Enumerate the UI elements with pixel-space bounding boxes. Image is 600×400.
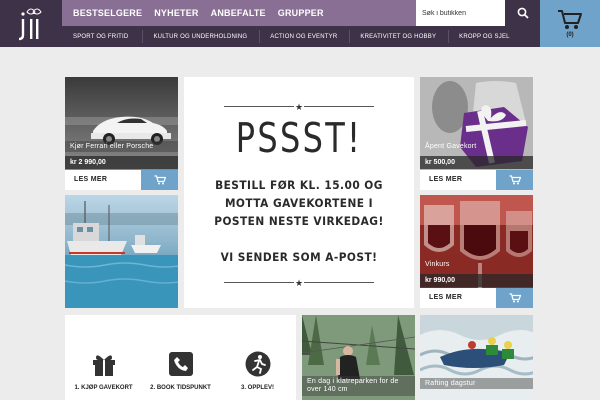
divider xyxy=(349,30,351,43)
product-title: Rafting dagstur xyxy=(420,378,533,389)
gift-icon xyxy=(90,350,118,378)
search-bar xyxy=(416,0,540,26)
nav-bestselgere[interactable]: BESTSELGERE xyxy=(73,8,142,18)
product-card-rafting[interactable]: Rafting dagstur xyxy=(420,315,533,400)
card-footer: LES MER xyxy=(420,170,533,190)
step-experience: 3. OPPLEV! xyxy=(219,315,296,400)
product-image-boats[interactable] xyxy=(65,195,178,308)
cart-icon xyxy=(509,293,521,303)
how-it-works: 1. KJØP GAVEKORT 2. BOOK TIDSPUNKT 3. OP… xyxy=(65,315,296,400)
category-nav: SPORT OG FRITID KULTUR OG UNDERHOLDNING … xyxy=(62,26,540,47)
step-label: 1. KJØP GAVEKORT xyxy=(74,385,133,391)
phone-icon xyxy=(167,350,195,378)
star-icon: ★ xyxy=(294,102,304,112)
cart-icon xyxy=(558,10,582,29)
product-card-gavekort[interactable]: Åpent Gavekort kr 500,00 LES MER xyxy=(420,77,533,190)
step-label: 2. BOOK TIDSPUNKT xyxy=(150,385,211,391)
star-icon: ★ xyxy=(294,278,304,288)
product-card-klatrepark[interactable]: En dag i klatreparken for de over 140 cm xyxy=(302,315,415,400)
card-footer: LES MER xyxy=(420,288,533,308)
product-price: kr 990,00 xyxy=(420,274,533,287)
card-footer: LES MER xyxy=(65,170,178,190)
promo-headline: PSSST! xyxy=(235,114,363,162)
product-price: kr 500,00 xyxy=(420,156,533,169)
promo-text-line: MOTTA GAVEKORTENE I xyxy=(224,196,374,210)
divider xyxy=(259,30,261,43)
product-card-vinkurs[interactable]: Vinkurs kr 990,00 LES MER xyxy=(420,195,533,308)
promo-text-line: VI SENDER SOM A-POST! xyxy=(220,250,378,264)
promo-text-line: BESTILL FØR KL. 15.00 OG xyxy=(215,178,383,192)
add-to-cart-button[interactable] xyxy=(141,170,178,190)
runner-icon xyxy=(244,350,272,378)
read-more-link[interactable]: LES MER xyxy=(74,176,107,183)
add-to-cart-button[interactable] xyxy=(496,170,533,190)
cart-count: (0) xyxy=(566,32,574,38)
category-kultur[interactable]: KULTUR OG UNDERHOLDNING xyxy=(153,34,247,40)
logo-mark xyxy=(18,8,42,40)
category-kreativitet[interactable]: KREATIVITET OG HOBBY xyxy=(360,34,436,40)
divider xyxy=(142,30,144,43)
read-more-link[interactable]: LES MER xyxy=(429,294,462,301)
category-sport[interactable]: SPORT OG FRITID xyxy=(73,34,128,40)
cart-button[interactable]: (0) xyxy=(540,0,600,47)
search-icon xyxy=(517,7,529,19)
main-nav: BESTSELGERE NYHETER ANBEFALTE GRUPPER xyxy=(62,0,416,26)
promo-text-line: POSTEN NESTE VIRKEDAG! xyxy=(214,214,384,228)
step-book: 2. BOOK TIDSPUNKT xyxy=(142,315,219,400)
step-buy: 1. KJØP GAVEKORT xyxy=(65,315,142,400)
add-to-cart-button[interactable] xyxy=(496,288,533,308)
read-more-link[interactable]: LES MER xyxy=(429,176,462,183)
nav-anbefalte[interactable]: ANBEFALTE xyxy=(211,8,266,18)
search-input[interactable] xyxy=(416,0,505,26)
category-kropp[interactable]: KROPP OG SJEL xyxy=(459,34,510,40)
step-label: 3. OPPLEV! xyxy=(240,385,274,391)
search-button[interactable] xyxy=(505,0,540,26)
category-action[interactable]: ACTION OG EVENTYR xyxy=(270,34,337,40)
nav-grupper[interactable]: GRUPPER xyxy=(278,8,324,18)
promo-banner: ★ PSSST! BESTILL FØR KL. 15.00 OG MOTTA … xyxy=(184,77,414,308)
logo[interactable] xyxy=(0,0,62,47)
product-title: Åpent Gavekort xyxy=(425,143,477,150)
product-title: En dag i klatreparken for de over 140 cm xyxy=(302,376,415,396)
product-price: kr 2 990,00 xyxy=(65,156,178,169)
nav-nyheter[interactable]: NYHETER xyxy=(154,8,198,18)
product-title: Kjør Ferrari eller Porsche xyxy=(65,141,178,152)
product-card-ferrari[interactable]: Kjør Ferrari eller Porsche kr 2 990,00 L… xyxy=(65,77,178,190)
product-card-boats[interactable] xyxy=(65,195,178,308)
product-title: Vinkurs xyxy=(425,261,450,268)
divider xyxy=(448,30,450,43)
cart-icon xyxy=(509,175,521,185)
cart-icon xyxy=(154,175,166,185)
